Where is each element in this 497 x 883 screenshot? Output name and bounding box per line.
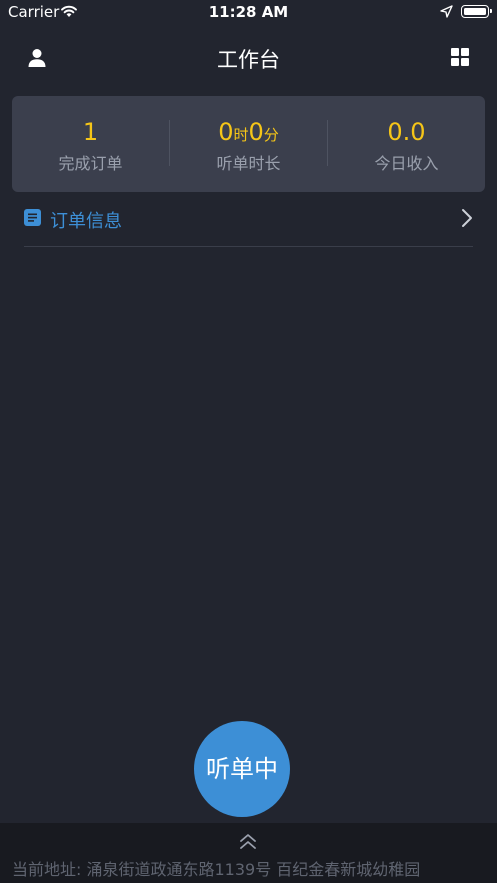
listen-button[interactable]: 听单中 [194, 721, 290, 817]
minutes-unit: 分 [263, 126, 279, 144]
hours-unit: 时 [233, 126, 249, 144]
completed-orders-value: 1 [82, 118, 99, 146]
listening-duration-value: 0时0分 [170, 118, 327, 146]
battery-icon [461, 5, 492, 18]
grid-icon[interactable] [449, 46, 471, 68]
completed-orders-label: 完成订单 [58, 154, 123, 173]
current-address: 当前地址: 涌泉街道政通东路1139号 百纪金春新城幼稚园 [12, 860, 421, 879]
bottom-bar: 当前地址: 涌泉街道政通东路1139号 百纪金春新城幼稚园 [0, 823, 497, 883]
status-bar: Carrier 11:28 AM [0, 0, 497, 26]
chevron-double-up-icon[interactable] [239, 832, 257, 852]
stat-today-income: 0.0 今日收入 [328, 96, 485, 192]
page-title: 工作台 [217, 48, 280, 72]
order-info-label: 订单信息 [50, 211, 122, 232]
nav-bar: 工作台 [0, 36, 497, 80]
document-icon [24, 209, 41, 226]
stat-completed-orders: 1 完成订单 [12, 96, 169, 192]
today-income-value: 0.0 [387, 118, 426, 146]
listening-duration-label: 听单时长 [216, 154, 281, 173]
chevron-right-icon [462, 209, 472, 227]
today-income-label: 今日收入 [374, 154, 439, 173]
minutes-value: 0 [248, 118, 264, 146]
location-arrow-icon [440, 5, 453, 18]
stats-card: 1 完成订单 0时0分 听单时长 0.0 今日收入 [12, 96, 485, 192]
order-info-row[interactable]: 订单信息 [24, 200, 473, 247]
clock: 11:28 AM [208, 3, 289, 21]
hours-value: 0 [218, 118, 234, 146]
stat-listening-duration: 0时0分 听单时长 [170, 96, 327, 192]
